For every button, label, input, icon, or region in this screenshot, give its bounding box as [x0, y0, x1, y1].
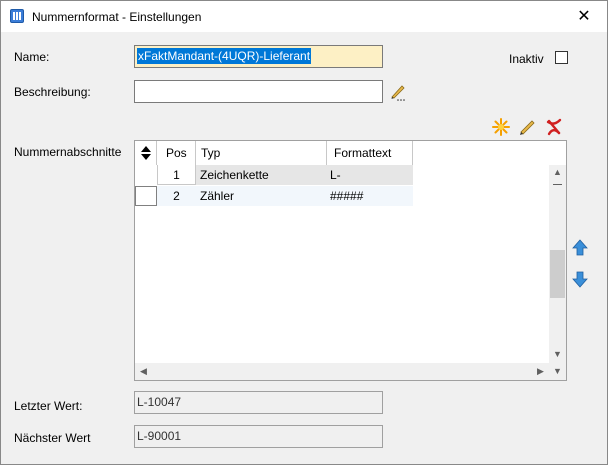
close-icon: ✕	[577, 8, 591, 25]
move-up-button[interactable]	[570, 238, 590, 258]
arrow-up-icon	[572, 239, 588, 256]
inactive-checkbox[interactable]	[555, 51, 568, 64]
vertical-scrollbar[interactable]: ▲ ▼	[549, 165, 566, 379]
sort-arrows-icon	[140, 146, 151, 160]
edit-description-button[interactable]	[388, 82, 408, 102]
scroll-end-icon[interactable]: ▼	[553, 366, 562, 376]
grid-header: Pos Typ Formattext	[135, 141, 413, 166]
scroll-thumb[interactable]	[550, 250, 565, 298]
cell-format: L-	[330, 168, 341, 182]
scroll-up-icon[interactable]: ▲	[553, 167, 562, 177]
sections-label: Nummernabschnitte	[14, 145, 122, 159]
next-value-label: Nächster Wert	[14, 431, 91, 445]
column-header-pos[interactable]: Pos	[157, 141, 196, 165]
pencil-icon	[520, 120, 535, 135]
last-value-field: L-10047	[134, 391, 383, 414]
scroll-mark	[549, 181, 566, 188]
app-icon	[10, 9, 24, 23]
move-down-button[interactable]	[570, 269, 590, 289]
table-row[interactable]: 2 Zähler #####	[135, 186, 413, 206]
arrow-down-icon	[572, 271, 588, 288]
window-title: Nummernformat - Einstellungen	[32, 10, 202, 24]
cell-pos: 1	[157, 165, 196, 185]
column-header-formattext[interactable]: Formattext	[327, 141, 413, 165]
next-value-field: L-90001	[134, 425, 383, 448]
cell-pos: 2	[173, 189, 180, 203]
name-label: Name:	[14, 50, 50, 64]
column-header-typ[interactable]: Typ	[196, 141, 327, 165]
sections-grid[interactable]: Pos Typ Formattext 1 Zeichenkette L- 2 Z…	[134, 140, 567, 381]
horizontal-scrollbar[interactable]: ◀ ▶	[135, 363, 549, 380]
cell-typ: Zeichenkette	[200, 168, 269, 182]
name-field[interactable]: xFaktMandant-(4UQR)-Lieferant	[134, 45, 383, 68]
name-value: xFaktMandant-(4UQR)-Lieferant	[137, 48, 312, 64]
scroll-corner: ▼	[549, 363, 566, 380]
sort-toggle-button[interactable]	[135, 141, 157, 165]
description-label: Beschreibung:	[14, 85, 91, 99]
table-row[interactable]: 1 Zeichenkette L-	[135, 165, 413, 185]
star-burst-icon	[492, 118, 510, 136]
row-selector[interactable]	[135, 165, 157, 185]
scroll-down-icon[interactable]: ▼	[553, 349, 562, 359]
inactive-label: Inaktiv	[509, 52, 544, 66]
title-bar: Nummernformat - Einstellungen ✕	[1, 1, 607, 32]
last-value-label: Letzter Wert:	[14, 399, 83, 413]
scroll-right-icon[interactable]: ▶	[537, 366, 544, 377]
dialog-window: Nummernformat - Einstellungen ✕ Name: xF…	[0, 0, 608, 465]
close-button[interactable]: ✕	[561, 1, 607, 32]
cell-format: #####	[330, 189, 364, 203]
description-field[interactable]	[134, 80, 383, 103]
pencil-icon	[391, 85, 405, 101]
edit-section-button[interactable]	[517, 117, 537, 137]
scroll-left-icon[interactable]: ◀	[140, 366, 147, 377]
new-section-button[interactable]	[491, 117, 511, 137]
cell-typ: Zähler	[200, 189, 235, 203]
delete-section-button[interactable]	[544, 117, 564, 137]
row-selector[interactable]	[135, 186, 157, 206]
red-x-icon	[546, 118, 562, 136]
